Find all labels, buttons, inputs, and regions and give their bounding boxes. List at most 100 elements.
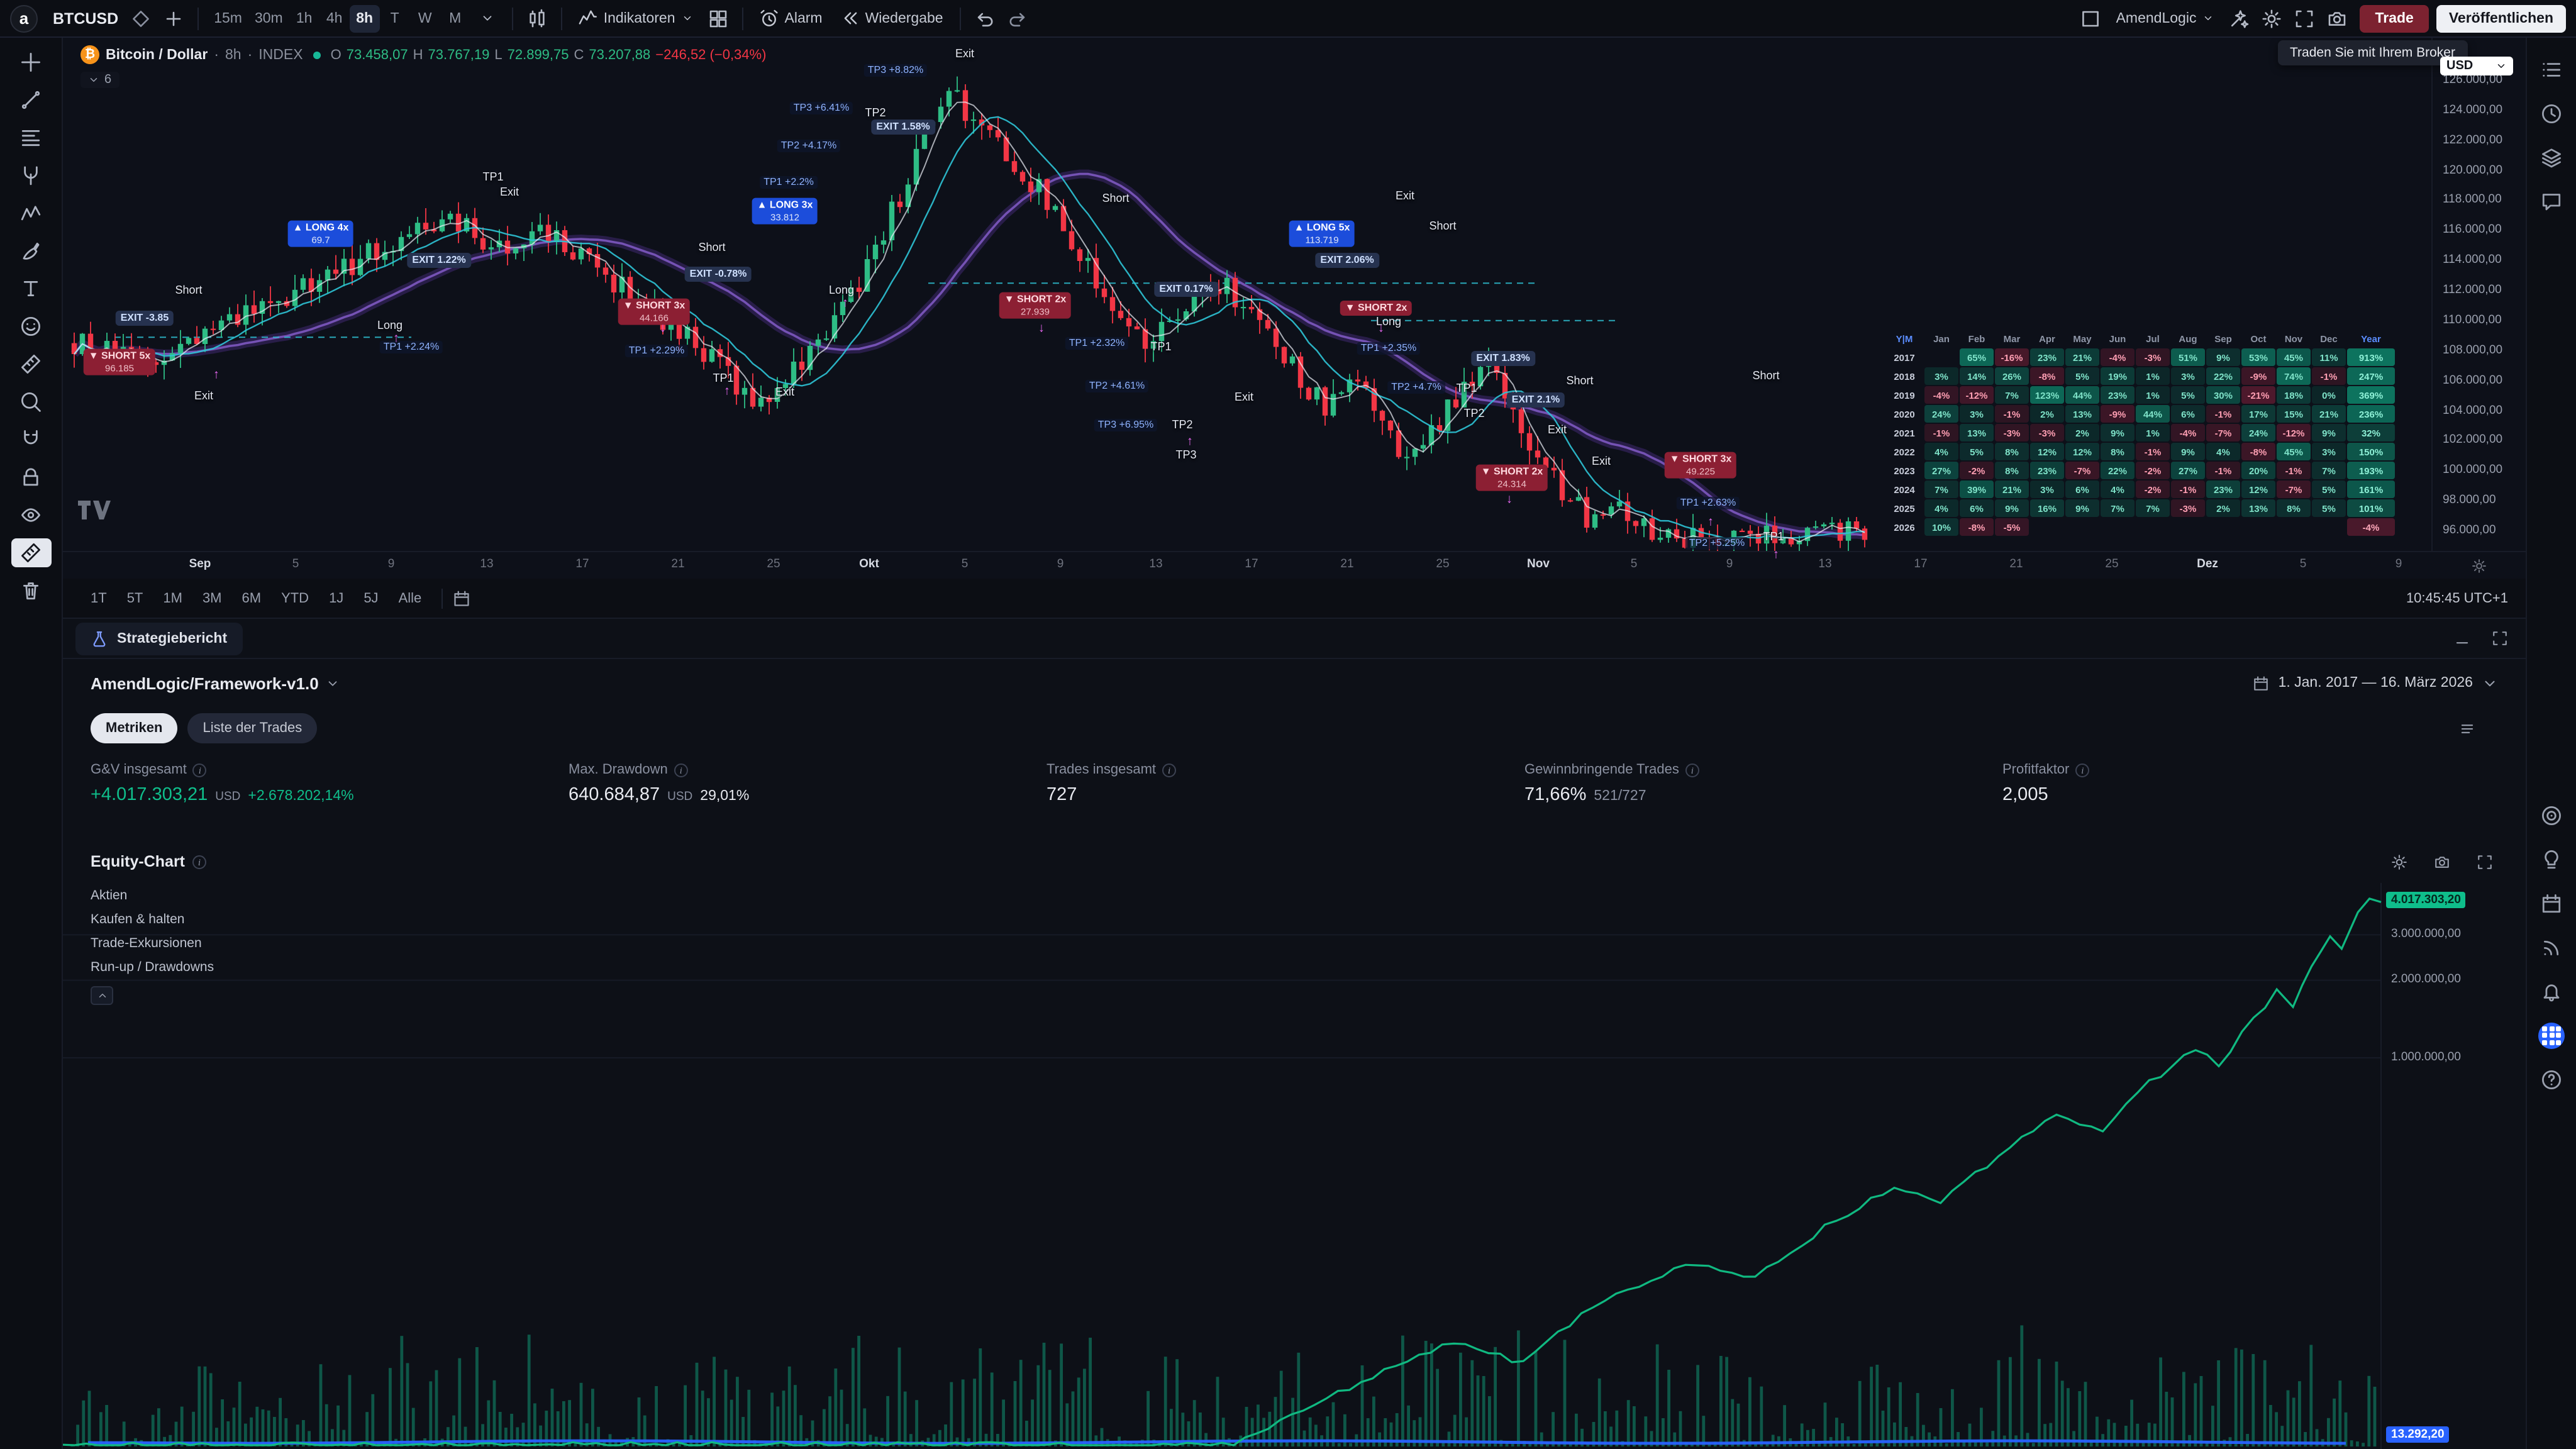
heatmap-cell: 12%: [2065, 443, 2099, 460]
equity-legend-kaufen-halten[interactable]: Kaufen & halten: [91, 907, 214, 931]
redo-icon[interactable]: [1002, 3, 1033, 33]
equity-legend-run-up-drawdowns[interactable]: Run-up / Drawdowns: [91, 955, 214, 979]
equity-expand-icon[interactable]: [2470, 848, 2498, 875]
tab-strategy-report[interactable]: Strategiebericht: [75, 622, 242, 655]
info-icon[interactable]: [1685, 763, 1699, 777]
range-Alle[interactable]: Alle: [389, 587, 432, 609]
range-6M[interactable]: 6M: [232, 587, 272, 609]
axis-settings-icon[interactable]: [2471, 558, 2486, 573]
lock-tool-icon[interactable]: [11, 463, 51, 492]
measure-tool-icon[interactable]: [11, 538, 51, 567]
equity-chart[interactable]: AktienKaufen & haltenTrade-ExkursionenRu…: [63, 883, 2526, 1449]
notifications-icon[interactable]: [2535, 977, 2568, 1005]
clock[interactable]: 10:45:45 UTC+1: [2406, 591, 2508, 606]
pattern-tool-icon[interactable]: [11, 199, 51, 228]
timeframe-M[interactable]: M: [440, 4, 470, 32]
chart-style-icon[interactable]: [522, 3, 552, 33]
ruler-tool-icon[interactable]: [11, 350, 51, 379]
range-3M[interactable]: 3M: [192, 587, 232, 609]
equity-legend-trade-exkursionen[interactable]: Trade-Exkursionen: [91, 931, 214, 955]
magic-wand-icon[interactable]: [2224, 3, 2254, 33]
info-icon[interactable]: [192, 855, 206, 869]
timeframe-15m[interactable]: 15m: [208, 4, 248, 32]
heatmap-year: 2020: [1885, 405, 1923, 423]
timeframe-T[interactable]: T: [380, 4, 410, 32]
panel-minimize-icon[interactable]: [2448, 625, 2475, 652]
layout-icon[interactable]: [2076, 3, 2106, 33]
fullscreen-icon[interactable]: [2289, 3, 2319, 33]
legend-collapse-button[interactable]: 6: [80, 72, 119, 88]
undo-icon[interactable]: [970, 3, 1000, 33]
calendar-icon[interactable]: [2535, 889, 2568, 917]
range-YTD[interactable]: YTD: [271, 587, 319, 609]
chart-legend[interactable]: ₿ Bitcoin / Dollar · 8h · INDEX O73.458,…: [80, 45, 766, 64]
date-range-button[interactable]: 1. Jan. 2017 — 16. März 2026: [2253, 675, 2498, 691]
equity-legend-collapse-button[interactable]: [91, 986, 113, 1005]
price-axis[interactable]: 126.000,00124.000,00122.000,00120.000,00…: [2431, 38, 2526, 551]
symbol-search-button[interactable]: BTCUSD: [48, 9, 123, 27]
equity-settings-icon[interactable]: [2385, 848, 2412, 875]
panel-maximize-icon[interactable]: [2485, 625, 2513, 652]
tab-metrics[interactable]: Metriken: [91, 713, 178, 743]
crosshair-tool-icon[interactable]: [11, 48, 51, 77]
ideas-icon[interactable]: [2535, 845, 2568, 873]
tab-trades-list[interactable]: Liste der Trades: [188, 713, 318, 743]
time-axis[interactable]: Sep5913172125Okt5913172125Nov5913172125D…: [63, 551, 2431, 579]
range-1M[interactable]: 1M: [153, 587, 192, 609]
indicators-button[interactable]: Indikatoren: [571, 3, 701, 33]
timeframe-30m[interactable]: 30m: [248, 4, 289, 32]
range-5J[interactable]: 5J: [353, 587, 388, 609]
range-1T[interactable]: 1T: [80, 587, 117, 609]
equity-legend-aktien[interactable]: Aktien: [91, 883, 214, 907]
publish-button[interactable]: Veröffentlichen: [2436, 4, 2566, 32]
info-icon[interactable]: [193, 763, 207, 777]
timeframe-menu-icon[interactable]: [473, 3, 503, 33]
alert-button[interactable]: Alarm: [752, 3, 830, 33]
trash-tool-icon[interactable]: [11, 576, 51, 605]
brush-tool-icon[interactable]: [11, 236, 51, 265]
info-icon[interactable]: [2075, 763, 2089, 777]
eye-tool-icon[interactable]: [11, 501, 51, 530]
trade-button[interactable]: Trade: [2360, 4, 2428, 32]
trendline-tool-icon[interactable]: [11, 86, 51, 114]
add-symbol-icon[interactable]: [158, 3, 189, 33]
help-icon[interactable]: [2535, 1065, 2568, 1093]
history-icon[interactable]: [2535, 99, 2568, 127]
report-layout-icon[interactable]: [2453, 714, 2480, 742]
chat-icon[interactable]: [2535, 187, 2568, 215]
target-icon[interactable]: [2535, 801, 2568, 829]
magnet-tool-icon[interactable]: [11, 425, 51, 454]
broker-currency-select[interactable]: USD: [2440, 57, 2513, 75]
layers-icon[interactable]: [2535, 143, 2568, 171]
streams-icon[interactable]: [2535, 933, 2568, 961]
timeframe-W[interactable]: W: [410, 4, 440, 32]
pitchfork-tool-icon[interactable]: [11, 161, 51, 190]
zoom-tool-icon[interactable]: [11, 387, 51, 416]
strategy-name-dropdown[interactable]: AmendLogic/Framework-v1.0: [91, 674, 340, 692]
indicator-templates-icon[interactable]: [703, 3, 733, 33]
go-to-date-icon[interactable]: [453, 589, 470, 607]
apps-icon[interactable]: [2535, 1021, 2568, 1049]
watchlist-icon[interactable]: [2535, 55, 2568, 83]
info-icon[interactable]: [1162, 763, 1176, 777]
fib-tool-icon[interactable]: [11, 123, 51, 152]
heatmap-cell: 18%: [2277, 386, 2311, 404]
equity-chart-svg: [63, 883, 2526, 1449]
range-1J[interactable]: 1J: [319, 587, 353, 609]
replay-button[interactable]: Wiedergabe: [833, 3, 951, 33]
heatmap-cell: 5%: [2065, 367, 2099, 385]
compare-symbol-icon[interactable]: [126, 3, 156, 33]
snapshot-camera-icon[interactable]: [2322, 3, 2352, 33]
settings-gear-icon[interactable]: [2257, 3, 2287, 33]
layout-name-button[interactable]: AmendLogic: [2109, 3, 2222, 33]
timeframe-1h[interactable]: 1h: [289, 4, 319, 32]
timeframe-4h[interactable]: 4h: [319, 4, 350, 32]
timeframe-8h[interactable]: 8h: [350, 4, 380, 32]
info-icon[interactable]: [674, 763, 688, 777]
equity-snapshot-icon[interactable]: [2428, 848, 2455, 875]
emoji-tool-icon[interactable]: [11, 312, 51, 341]
tradingview-logo[interactable]: [78, 501, 111, 526]
text-tool-icon[interactable]: [11, 274, 51, 303]
app-logo[interactable]: a: [10, 4, 38, 32]
range-5T[interactable]: 5T: [117, 587, 153, 609]
